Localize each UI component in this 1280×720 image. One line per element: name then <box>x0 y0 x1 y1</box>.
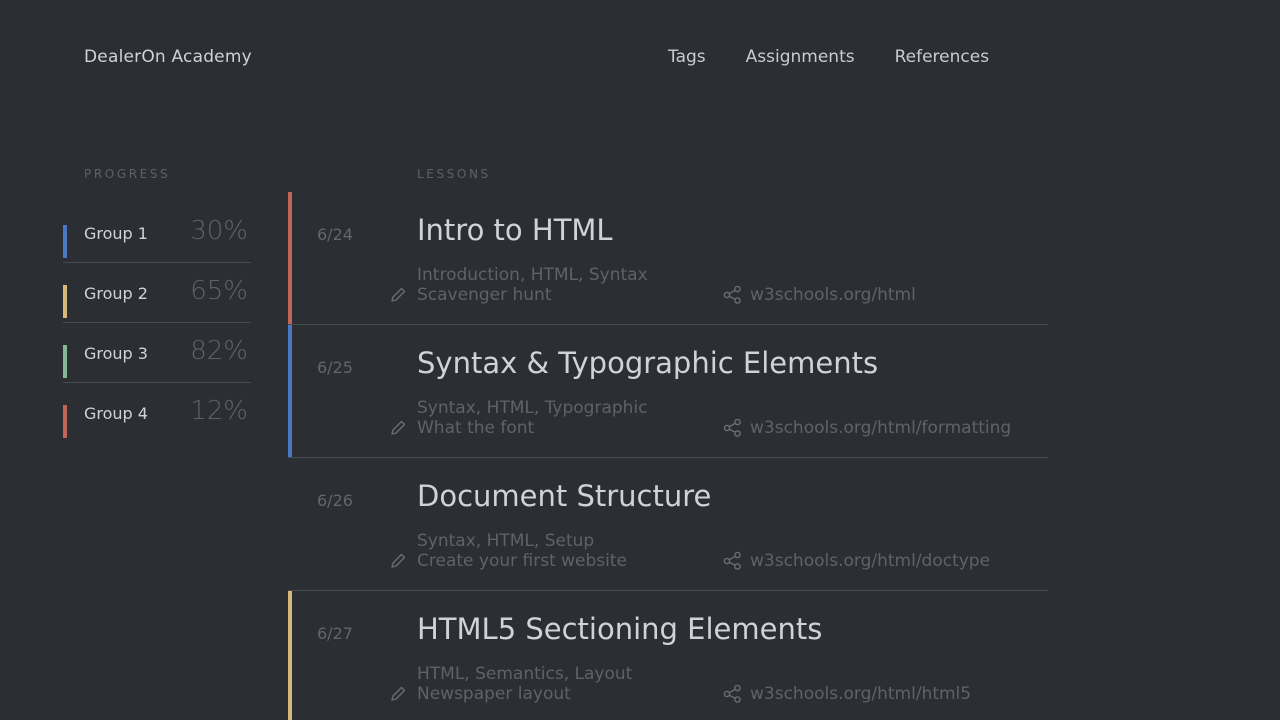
group-color-bar <box>63 405 67 438</box>
lesson-item[interactable]: 6/25 Syntax & Typographic Elements Synta… <box>288 325 1048 458</box>
lesson-reference-link[interactable]: w3schools.org/html/html5 <box>750 684 971 704</box>
group-color-bar <box>63 225 67 258</box>
pencil-icon <box>391 420 406 435</box>
lesson-color-bar <box>288 325 292 457</box>
lesson-reference-link[interactable]: w3schools.org/html/doctype <box>750 551 990 571</box>
lesson-color-bar <box>288 591 292 720</box>
lesson-item[interactable]: 6/27 HTML5 Sectioning Elements HTML, Sem… <box>288 591 1048 720</box>
lesson-date: 6/24 <box>317 225 353 244</box>
group-row[interactable]: Group 4 12% <box>63 383 251 443</box>
lesson-color-bar <box>288 192 292 324</box>
lesson-title[interactable]: Syntax & Typographic Elements <box>417 346 878 380</box>
lesson-date: 6/25 <box>317 358 353 377</box>
pencil-icon <box>391 287 406 302</box>
pencil-icon <box>391 553 406 568</box>
lesson-date: 6/27 <box>317 624 353 643</box>
progress-list: Group 1 30% Group 2 65% Group 3 82% Grou… <box>63 203 251 443</box>
lesson-tags: HTML, Semantics, Layout <box>417 664 633 684</box>
lesson-reference-link[interactable]: w3schools.org/html <box>750 285 916 305</box>
lesson-title[interactable]: HTML5 Sectioning Elements <box>417 612 822 646</box>
group-percent: 30% <box>190 216 248 246</box>
group-percent: 12% <box>190 396 248 426</box>
lessons-heading: LESSONS <box>417 167 491 181</box>
lesson-tags: Syntax, HTML, Setup <box>417 531 595 551</box>
share-icon <box>723 418 741 437</box>
lesson-item[interactable]: 6/26 Document Structure Syntax, HTML, Se… <box>288 458 1048 591</box>
lesson-tags: Introduction, HTML, Syntax <box>417 265 648 285</box>
lesson-assignment[interactable]: Create your first website <box>417 551 627 571</box>
share-icon <box>723 285 741 304</box>
lesson-assignment[interactable]: Scavenger hunt <box>417 285 551 305</box>
group-name: Group 3 <box>84 344 148 363</box>
nav-tags[interactable]: Tags <box>668 47 706 67</box>
lesson-assignment[interactable]: Newspaper layout <box>417 684 571 704</box>
lesson-title[interactable]: Document Structure <box>417 479 711 513</box>
group-color-bar <box>63 285 67 318</box>
page: DealerOn Academy Tags Assignments Refere… <box>0 0 1280 720</box>
pencil-icon <box>391 686 406 701</box>
lesson-item[interactable]: 6/24 Intro to HTML Introduction, HTML, S… <box>288 192 1048 325</box>
group-row[interactable]: Group 3 82% <box>63 323 251 383</box>
brand-link[interactable]: DealerOn Academy <box>84 47 252 67</box>
group-row[interactable]: Group 2 65% <box>63 263 251 323</box>
share-icon <box>723 551 741 570</box>
group-name: Group 1 <box>84 224 148 243</box>
group-percent: 65% <box>190 276 248 306</box>
lesson-reference-link[interactable]: w3schools.org/html/formatting <box>750 418 1011 438</box>
group-name: Group 2 <box>84 284 148 303</box>
nav-assignments[interactable]: Assignments <box>746 47 855 67</box>
lesson-title[interactable]: Intro to HTML <box>417 213 613 247</box>
group-color-bar <box>63 345 67 378</box>
lessons-list: 6/24 Intro to HTML Introduction, HTML, S… <box>288 192 1048 720</box>
group-row[interactable]: Group 1 30% <box>63 203 251 263</box>
group-percent: 82% <box>190 336 248 366</box>
lesson-tags: Syntax, HTML, Typographic <box>417 398 648 418</box>
main-nav: Tags Assignments References <box>668 47 1029 67</box>
group-name: Group 4 <box>84 404 148 423</box>
lesson-assignment[interactable]: What the font <box>417 418 534 438</box>
progress-heading: PROGRESS <box>84 167 171 181</box>
lesson-date: 6/26 <box>317 491 353 510</box>
nav-references[interactable]: References <box>895 47 989 67</box>
share-icon <box>723 684 741 703</box>
